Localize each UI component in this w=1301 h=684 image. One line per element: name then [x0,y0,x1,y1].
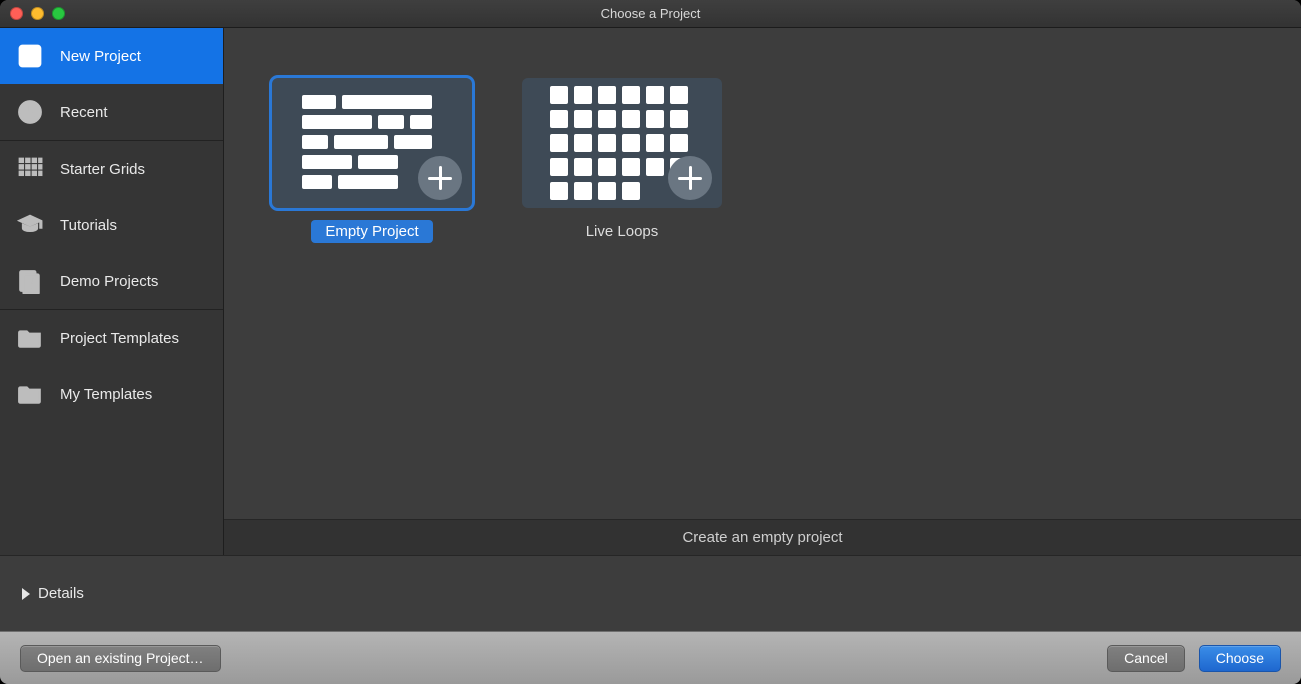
tile-thumbnail [522,78,722,208]
plus-icon [668,156,712,200]
template-gallery: Empty Project Live Loops [224,28,1301,555]
sidebar-item-tutorials[interactable]: Tutorials [0,197,223,253]
details-label: Details [38,585,84,602]
disclosure-triangle-icon [22,588,30,600]
sidebar-item-starter-grids[interactable]: Starter Grids [0,141,223,197]
close-icon[interactable] [10,7,23,20]
tile-label: Empty Project [311,220,432,243]
tile-label: Live Loops [572,220,673,243]
titlebar: Choose a Project [0,0,1301,28]
clock-icon [16,98,44,126]
sidebar: New Project Recent Starter Grids [0,28,224,555]
tile-empty-project[interactable]: Empty Project [272,78,472,243]
window-controls [10,7,65,20]
plus-icon [418,156,462,200]
sidebar-item-label: New Project [60,48,141,65]
music-doc-icon [16,267,44,295]
sidebar-item-label: Tutorials [60,217,117,234]
minimize-icon[interactable] [31,7,44,20]
sidebar-item-my-templates[interactable]: My Templates [0,366,223,422]
details-disclosure[interactable]: Details [0,555,1301,631]
cancel-button[interactable]: Cancel [1107,645,1185,672]
folder-icon [16,324,44,352]
action-bar: Open an existing Project… Cancel Choose [0,631,1301,684]
sidebar-item-new-project[interactable]: New Project [0,28,223,84]
sidebar-item-label: Starter Grids [60,161,145,178]
open-existing-button[interactable]: Open an existing Project… [20,645,221,672]
folder-icon [16,380,44,408]
sidebar-item-recent[interactable]: Recent [0,84,223,140]
description-bar: Create an empty project [224,519,1301,555]
sidebar-item-label: Project Templates [60,330,179,347]
body-area: New Project Recent Starter Grids [0,28,1301,555]
grid-illustration [550,86,688,200]
sidebar-item-label: Recent [60,104,108,121]
tile-thumbnail [272,78,472,208]
bricks-illustration [302,95,432,191]
sidebar-item-project-templates[interactable]: Project Templates [0,310,223,366]
sidebar-item-label: My Templates [60,386,152,403]
tile-live-loops[interactable]: Live Loops [522,78,722,243]
sidebar-item-demo-projects[interactable]: Demo Projects [0,253,223,309]
disk-icon [16,42,44,70]
graduation-cap-icon [16,211,44,239]
choose-button[interactable]: Choose [1199,645,1281,672]
zoom-icon[interactable] [52,7,65,20]
sidebar-item-label: Demo Projects [60,273,158,290]
project-chooser-window: Choose a Project New Project Recent [0,0,1301,684]
window-title: Choose a Project [0,6,1301,21]
tile-row: Empty Project Live Loops [224,28,1301,293]
grid-icon [16,155,44,183]
